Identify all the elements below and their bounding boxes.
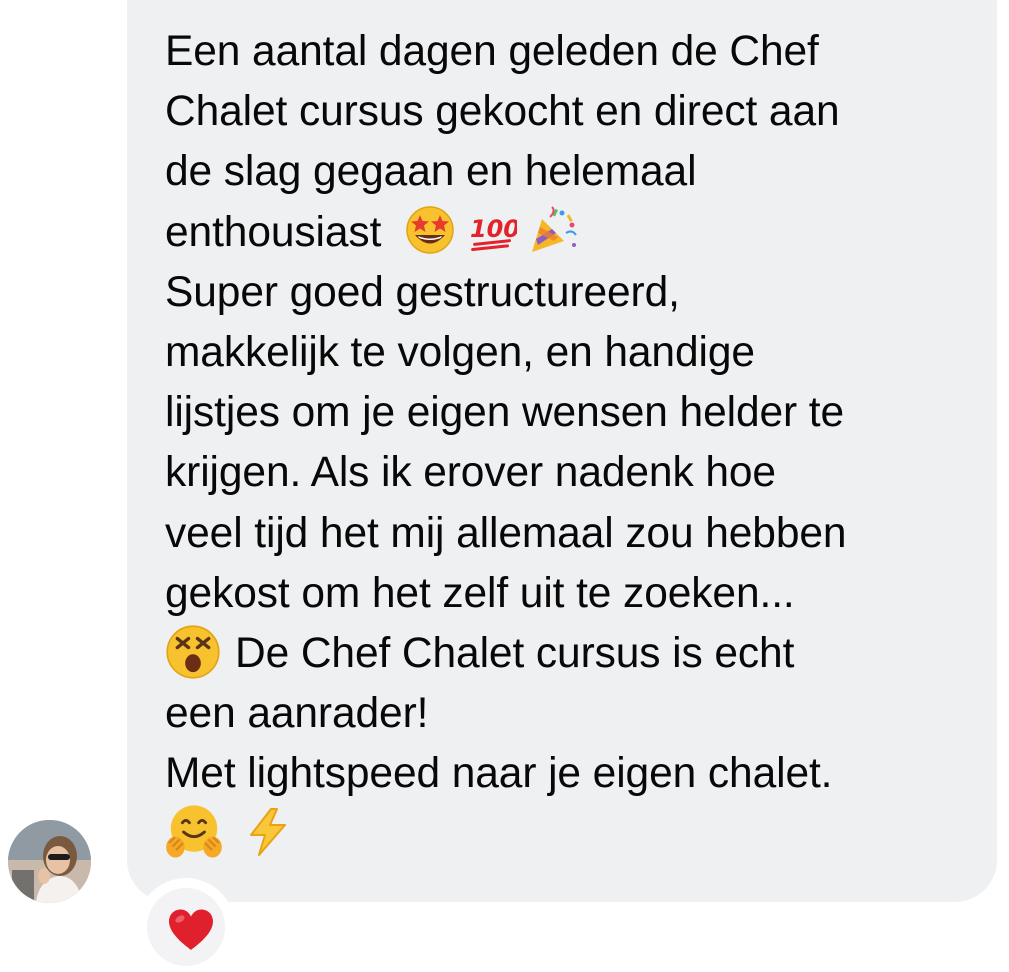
reaction-background (147, 888, 225, 966)
message-line: Super goed gestructureerd, (165, 268, 680, 316)
dizzy-face-emoji (166, 625, 220, 679)
star-struck-emoji (406, 206, 454, 255)
red-heart-icon (169, 909, 213, 950)
message-line-with-emojis: De Chef Chalet cursus is echt (165, 624, 967, 684)
hundred-points-emoji: 100 (470, 215, 517, 252)
message-line: Met lightspeed naar je eigen chalet. (165, 750, 833, 798)
message-line: makkelijk te volgen, en handige (165, 329, 755, 377)
high-voltage-emoji (249, 808, 286, 857)
emoji-line (165, 805, 967, 865)
message-line: de slag gegaan en helemaal (165, 148, 697, 196)
sender-avatar[interactable] (8, 820, 91, 903)
party-popper-emoji (532, 206, 578, 253)
svg-text:100: 100 (470, 215, 517, 243)
message-line: enthousiast (165, 208, 382, 256)
message-line: Een aantal dagen geleden de Chef (165, 28, 819, 75)
message-line: een aanrader! (165, 690, 429, 738)
message-line: gekost om het zelf uit te zoeken... (165, 569, 795, 617)
message-line: veel tijd het mij allemaal zou hebben (165, 509, 847, 557)
message-line-with-emojis: enthousiast 100 (165, 203, 967, 263)
message-line: krijgen. Als ik erover nadenk hoe (165, 449, 776, 497)
message-line: lijstjes om je eigen wensen helder te (165, 389, 845, 437)
heart-reaction-badge[interactable] (141, 882, 231, 972)
message-line: De Chef Chalet cursus is echt (235, 630, 795, 678)
message-line: Chalet cursus gekocht en direct aan (165, 88, 840, 136)
hugging-face-emoji (166, 805, 222, 858)
chat-message-row: Een aantal dagen geleden de Chef Chalet … (0, 0, 1009, 972)
message-bubble[interactable]: Een aantal dagen geleden de Chef Chalet … (127, 0, 997, 902)
